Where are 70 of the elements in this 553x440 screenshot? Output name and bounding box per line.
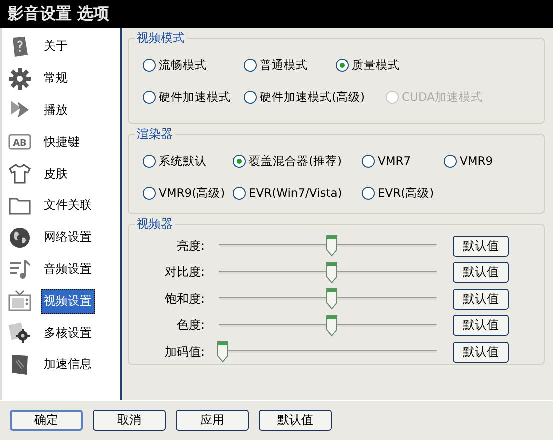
sidebar-item[interactable]: 多核设置 [41, 320, 95, 346]
sidebar-item[interactable]: 皮肤 [41, 162, 71, 187]
gear-icon [8, 66, 32, 91]
default-button[interactable]: 默认值 [453, 315, 509, 336]
default-button[interactable]: 默认值 [453, 236, 509, 257]
radio-label: EVR(高级) [378, 186, 434, 200]
default-button[interactable]: 默认值 [453, 262, 509, 284]
slider-label: 色度: [176, 317, 205, 334]
radio-label: CUDA加速模式 [402, 90, 483, 104]
radio-label: 系统默认 [159, 154, 207, 168]
shirt-icon [8, 162, 32, 186]
radio-button[interactable] [336, 58, 349, 72]
radio-label: 普通模式 [260, 58, 308, 72]
slider-thumb[interactable] [326, 288, 338, 310]
radio-button[interactable] [233, 186, 246, 200]
footer-button[interactable]: 应用 [176, 410, 249, 431]
slider-label: 亮度: [176, 238, 205, 255]
radio-button[interactable] [143, 186, 156, 200]
slider-thumb[interactable] [326, 235, 338, 258]
sidebar-item[interactable]: 音频设置 [41, 256, 95, 282]
sidebar-item[interactable]: 加速信息 [41, 352, 95, 378]
radio-label: VMR9 [460, 154, 494, 168]
group-title: 渲染器 [136, 126, 174, 143]
slider-track[interactable] [219, 288, 437, 310]
radio-button[interactable] [244, 90, 257, 104]
radio-label: VMR9(高级) [159, 186, 226, 200]
slider-track[interactable] [219, 314, 437, 337]
sidebar-item[interactable]: 文件关联 [41, 193, 95, 218]
radio-label: 流畅模式 [159, 58, 207, 72]
group-title: 视频模式 [136, 30, 186, 47]
radio-button[interactable] [362, 154, 375, 168]
sidebar-item[interactable]: 网络设置 [41, 225, 95, 250]
radio-label: VMR7 [378, 154, 412, 168]
slider-track[interactable] [219, 235, 437, 258]
radio-button[interactable] [244, 58, 257, 72]
radio-label: 覆盖混合器(推荐) [249, 154, 342, 168]
sidebar-item[interactable]: 关于 [41, 34, 71, 60]
tv-icon [8, 289, 32, 314]
footer-button[interactable]: 取消 [93, 410, 166, 431]
slider-label: 加码值: [164, 344, 205, 361]
gear-document-icon [8, 321, 32, 346]
radio-button[interactable] [233, 154, 246, 168]
radio-label: EVR(Win7/Vista) [249, 186, 342, 200]
slider-label: 饱和度: [164, 290, 205, 308]
radio-button[interactable] [143, 154, 156, 168]
sidebar-item[interactable]: 播放 [41, 98, 71, 123]
slider-thumb[interactable] [217, 341, 229, 364]
sidebar-item[interactable]: 视频设置 [41, 288, 95, 314]
slider-track[interactable] [219, 341, 437, 364]
sidebar-item[interactable]: 常规 [41, 66, 71, 92]
footer-button[interactable]: 确定 [10, 410, 83, 431]
window-title: 影音设置 选项 [8, 4, 110, 24]
slider-thumb[interactable] [326, 314, 338, 337]
radio-button[interactable] [143, 90, 156, 104]
radio-button[interactable] [362, 186, 375, 200]
radio-button[interactable] [444, 154, 457, 168]
default-button[interactable]: 默认值 [453, 288, 509, 310]
radio-label: 质量模式 [352, 58, 400, 72]
radio-button[interactable] [143, 58, 156, 72]
group-title: 视频器 [136, 216, 174, 233]
radio-label: 硬件加速模式 [159, 90, 231, 104]
music-lines-icon [8, 257, 32, 282]
globe-icon [8, 226, 32, 250]
default-button[interactable]: 默认值 [453, 342, 509, 363]
slider-thumb[interactable] [326, 262, 338, 284]
sidebar-item[interactable]: 快捷键 [41, 130, 83, 155]
slider-track[interactable] [219, 262, 437, 284]
radio-label: 硬件加速模式(高级) [260, 90, 365, 104]
slider-label: 对比度: [164, 264, 205, 282]
footer-button[interactable]: 默认值 [259, 410, 332, 431]
